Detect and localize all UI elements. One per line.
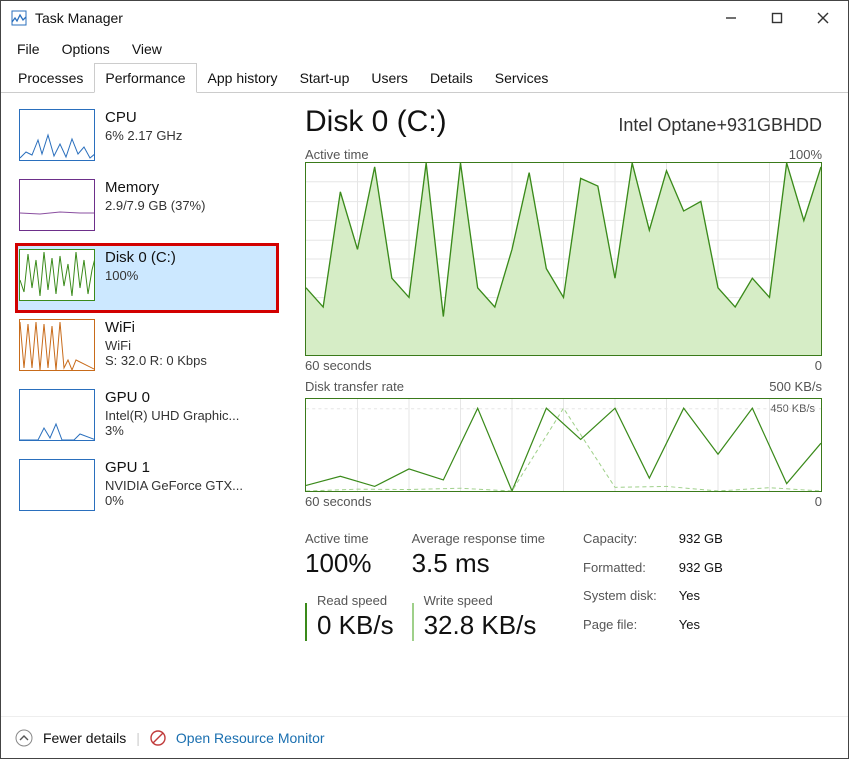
sidebar-item-disk0[interactable]: Disk 0 (C:) 100% [15,243,279,313]
sidebar-item-sub: WiFi [105,338,207,353]
maximize-button[interactable] [754,3,800,33]
sidebar-item-sub2: S: 32.0 R: 0 Kbps [105,353,207,368]
task-manager-icon [11,10,27,26]
stat-read-label: Read speed [317,593,394,608]
gpu1-thumb-icon [19,459,95,511]
sidebar-item-sub2: 3% [105,423,239,438]
sidebar-item-sub: 100% [105,268,176,283]
sidebar-item-sub2: 0% [105,493,243,508]
cpu-thumb-icon [19,109,95,161]
tab-startup[interactable]: Start-up [289,63,361,93]
disk-thumb-icon [19,249,95,301]
kv-formatted-v: 932 GB [679,560,723,585]
sidebar-item-sub: Intel(R) UHD Graphic... [105,408,239,423]
menu-file[interactable]: File [13,39,44,59]
sidebar-item-label: Memory [105,179,205,196]
tab-processes[interactable]: Processes [7,63,94,93]
stat-active-time-value: 100% [305,548,394,579]
memory-thumb-icon [19,179,95,231]
performance-sidebar: CPU 6% 2.17 GHz Memory 2.9/7.9 GB (37%) Di… [1,93,289,716]
footer: Fewer details | Open Resource Monitor [1,716,848,758]
window-title: Task Manager [35,10,708,26]
disk-properties: Capacity: 932 GB Formatted: 932 GB System … [583,531,723,641]
chevron-up-icon[interactable] [15,729,33,747]
sidebar-item-label: GPU 0 [105,389,239,406]
minimize-button[interactable] [708,3,754,33]
page-title: Disk 0 (C:) [305,105,447,139]
stat-write-label: Write speed [424,593,537,608]
chart2-label-left: Disk transfer rate [305,379,404,394]
kv-sysdisk-v: Yes [679,588,723,613]
disk-model: Intel Optane+931GBHDD [618,115,822,136]
stat-avg-resp-value: 3.5 ms [412,548,545,579]
tab-services[interactable]: Services [484,63,560,93]
kv-pagefile-v: Yes [679,617,723,642]
tab-details[interactable]: Details [419,63,484,93]
sidebar-item-label: Disk 0 (C:) [105,249,176,266]
sidebar-item-gpu1[interactable]: GPU 1 NVIDIA GeForce GTX...0% [15,453,279,523]
sidebar-item-label: WiFi [105,319,207,336]
sidebar-item-sub: 2.9/7.9 GB (37%) [105,198,205,213]
stat-write-value: 32.8 KB/s [424,610,537,641]
chart2-label-right: 500 KB/s [769,379,822,394]
transfer-rate-chart: 450 KB/s [305,398,822,492]
stat-avg-resp-label: Average response time [412,531,545,546]
sidebar-item-memory[interactable]: Memory 2.9/7.9 GB (37%) [15,173,279,243]
close-button[interactable] [800,3,846,33]
kv-formatted-k: Formatted: [583,560,657,585]
stats-row: Active time 100% Read speed 0 KB/s Avera… [305,531,822,641]
sidebar-item-label: CPU [105,109,182,126]
sidebar-item-label: GPU 1 [105,459,243,476]
kv-sysdisk-k: System disk: [583,588,657,613]
write-accent-bar [412,603,414,641]
kv-capacity-k: Capacity: [583,531,657,556]
task-manager-window: Task Manager File Options View Processes… [0,0,849,759]
sidebar-item-wifi[interactable]: WiFiWiFiS: 32.0 R: 0 Kbps [15,313,279,383]
resource-monitor-icon [150,730,166,746]
chart2-axis-left: 60 seconds [305,494,372,509]
sidebar-item-sub: NVIDIA GeForce GTX... [105,478,243,493]
sidebar-item-sub: 6% 2.17 GHz [105,128,182,143]
fewer-details-button[interactable]: Fewer details [43,730,126,746]
tab-app-history[interactable]: App history [197,63,289,93]
tab-performance[interactable]: Performance [94,63,196,93]
menu-options[interactable]: Options [58,39,114,59]
chart2-axis-right: 0 [815,494,822,509]
chart1-label-right: 100% [789,147,822,162]
titlebar: Task Manager [1,1,848,35]
open-resource-monitor-link[interactable]: Open Resource Monitor [176,730,325,746]
read-accent-bar [305,603,307,641]
stat-read-value: 0 KB/s [317,610,394,641]
stat-active-time-label: Active time [305,531,394,546]
chart1-axis-right: 0 [815,358,822,373]
menu-view[interactable]: View [128,39,166,59]
tab-users[interactable]: Users [360,63,419,93]
kv-capacity-v: 932 GB [679,531,723,556]
sidebar-item-gpu0[interactable]: GPU 0 Intel(R) UHD Graphic...3% [15,383,279,453]
performance-detail: Disk 0 (C:) Intel Optane+931GBHDD Active… [289,93,848,716]
chart1-axis-left: 60 seconds [305,358,372,373]
kv-pagefile-k: Page file: [583,617,657,642]
content-area: CPU 6% 2.17 GHz Memory 2.9/7.9 GB (37%) Di… [1,93,848,716]
tabstrip: Processes Performance App history Start-… [1,63,848,93]
wifi-thumb-icon [19,319,95,371]
sidebar-item-cpu[interactable]: CPU 6% 2.17 GHz [15,103,279,173]
active-time-chart [305,162,822,356]
menubar: File Options View [1,35,848,63]
chart1-label-left: Active time [305,147,369,162]
gpu0-thumb-icon [19,389,95,441]
